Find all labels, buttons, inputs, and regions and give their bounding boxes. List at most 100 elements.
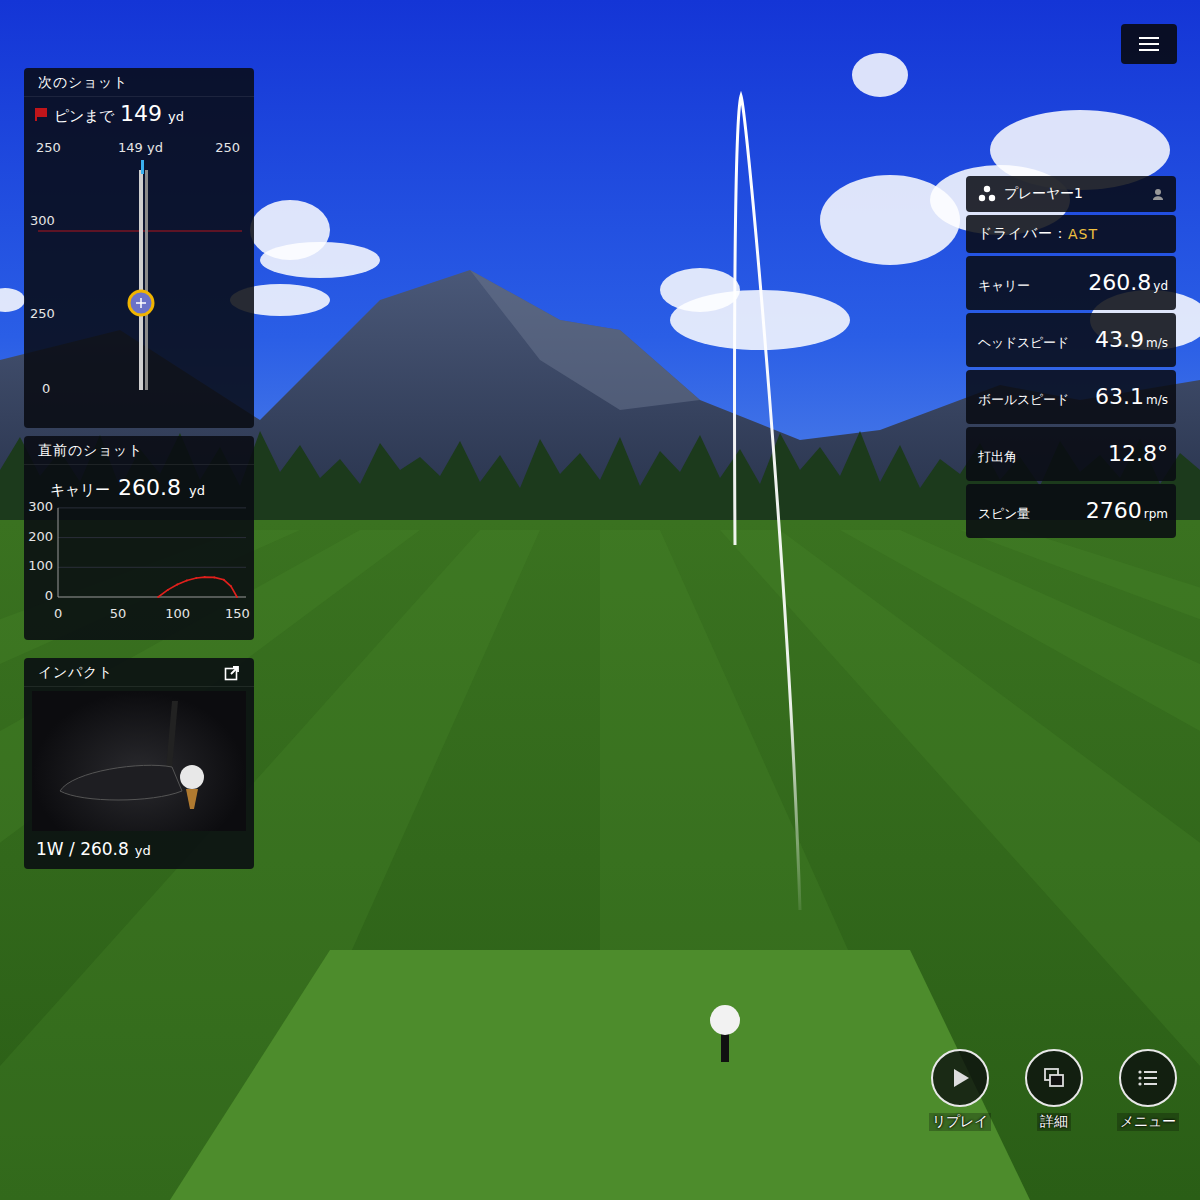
stat-value: 43.9m/s: [1095, 327, 1168, 352]
y-tick: 0: [42, 381, 50, 396]
replay-button[interactable]: リプレイ: [920, 1049, 1000, 1131]
player-name: プレーヤー1: [1004, 185, 1144, 203]
carry-label: キャリー: [50, 481, 110, 500]
pin-distance: 149: [120, 101, 162, 126]
stat-unit: m/s: [1146, 393, 1168, 407]
button-label[interactable]: 詳細: [1037, 1113, 1071, 1131]
club-name: AST: [1068, 226, 1098, 242]
last-shot-panel: 直前のショットキャリー 260.8 yd 300 200 100 00 50 100 150: [24, 436, 254, 640]
trajectory-point: [213, 576, 215, 578]
stat-unit: m/s: [1146, 336, 1168, 350]
trajectory-point: [204, 576, 206, 578]
button-label[interactable]: メニュー: [1117, 1113, 1179, 1131]
trajectory-point: [230, 585, 232, 587]
stat-label: 打出角: [978, 448, 1017, 466]
pin-unit: yd: [168, 109, 184, 124]
button-label[interactable]: リプレイ: [929, 1113, 991, 1131]
stat-unit: rpm: [1144, 507, 1168, 521]
y-tick: 200: [28, 529, 53, 544]
trajectory-point: [236, 596, 238, 598]
trajectory-point: [223, 579, 225, 581]
detail-button[interactable]: 詳細: [1014, 1049, 1094, 1131]
impact-image: [32, 691, 246, 831]
expand-icon: [224, 665, 240, 681]
trajectory-point: [195, 577, 197, 579]
trajectory-point: [186, 579, 188, 581]
stat-row: ヘッドスピード 43.9m/s: [966, 313, 1176, 367]
windows-icon: [1042, 1066, 1066, 1090]
ball-marker: [127, 289, 155, 317]
impact-panel: インパクト 1W / 260.8 yd: [24, 658, 254, 869]
player-icon: [978, 185, 996, 203]
stat-number: 260.8: [1088, 270, 1151, 295]
player-header: プレーヤー1: [966, 176, 1176, 212]
y-tick: 300: [28, 499, 53, 514]
distance-chart: 250 149 yd 250 300 250 0: [24, 130, 254, 405]
button-circle[interactable]: [1025, 1049, 1083, 1107]
trajectory-line: [158, 577, 237, 597]
impact-title: インパクト: [38, 664, 113, 682]
y-tick: 250: [30, 306, 55, 321]
carry-unit: yd: [189, 483, 205, 498]
driver-club-icon: [32, 691, 246, 831]
pin-row: ピンまで 149 yd: [24, 97, 254, 130]
impact-unit: yd: [135, 843, 151, 858]
panel-title: 次のショット: [24, 68, 254, 97]
stat-row: ボールスピード63.1m/s: [966, 370, 1176, 424]
stat-row: 打出角 12.8°: [966, 427, 1176, 481]
chart-left-label: 250: [36, 140, 61, 155]
left-panels: 次のショットピンまで149yd250149 yd2503002500直前のショッ…: [24, 68, 254, 869]
stat-value: 12.8°: [1108, 441, 1168, 466]
list-icon: [1136, 1066, 1160, 1090]
stat-label: キャリー: [978, 277, 1030, 295]
stat-value: 63.1m/s: [1095, 384, 1168, 409]
y-tick: 0: [45, 588, 53, 603]
club-label: ドライバー：: [978, 225, 1068, 243]
stat-number: 2760: [1086, 498, 1142, 523]
panel-title: 直前のショット: [24, 436, 254, 465]
player-panel: プレーヤー1ドライバー：ASTキャリー260.8ydヘッドスピード43.9m/s…: [966, 176, 1176, 538]
trajectory-point: [167, 589, 169, 591]
flag-icon: [34, 107, 48, 121]
x-tick: 100: [165, 606, 190, 621]
chart-center-label: 149 yd: [118, 140, 163, 155]
chart-right-label: 250: [215, 140, 240, 155]
x-tick: 0: [54, 606, 62, 621]
action-buttons: リプレイ 詳細 メニュー: [920, 1049, 1188, 1131]
stat-row: スピン量 2760rpm: [966, 484, 1176, 538]
button-circle[interactable]: [931, 1049, 989, 1107]
center-unit: yd: [147, 140, 163, 155]
play-icon: [948, 1066, 972, 1090]
trajectory-point: [176, 584, 178, 586]
stat-label: ヘッドスピード: [978, 334, 1069, 352]
center-value: 149: [118, 140, 143, 155]
trajectory-chart: 300 200 100 00 50 100 150: [24, 500, 254, 632]
stat-row: キャリー 260.8yd: [966, 256, 1176, 310]
profile-icon: [1152, 188, 1164, 200]
impact-club: 1W / 260.8: [36, 839, 129, 859]
hamburger-button[interactable]: [1121, 24, 1177, 64]
stat-number: 43.9: [1095, 327, 1144, 352]
pin-label: ピンまで: [54, 107, 114, 126]
panel-title: インパクト: [24, 658, 254, 687]
x-tick: 150: [225, 606, 250, 621]
stat-number: 12.8°: [1108, 441, 1168, 466]
stat-unit: yd: [1153, 279, 1168, 293]
club-row: ドライバー：AST: [966, 215, 1176, 253]
stat-value: 2760rpm: [1086, 498, 1168, 523]
impact-label: 1W / 260.8 yd: [24, 831, 254, 869]
button-circle[interactable]: [1119, 1049, 1177, 1107]
carry-row: キャリー 260.8 yd: [24, 465, 254, 500]
next-shot-panel: 次のショットピンまで 149 yd 250 149 yd 250 300 250 0: [24, 68, 254, 428]
y-tick: 300: [30, 213, 55, 228]
y-tick: 100: [28, 558, 53, 573]
menu-button[interactable]: メニュー: [1108, 1049, 1188, 1131]
chart-grid: [24, 130, 254, 405]
ball-position-icon: [127, 289, 155, 317]
stat-label: スピン量: [978, 505, 1030, 523]
carry-value: 260.8: [118, 475, 181, 500]
x-tick: 50: [110, 606, 127, 621]
hamburger-icon: [1139, 36, 1159, 52]
stat-number: 63.1: [1095, 384, 1144, 409]
trajectory-point: [157, 596, 159, 598]
